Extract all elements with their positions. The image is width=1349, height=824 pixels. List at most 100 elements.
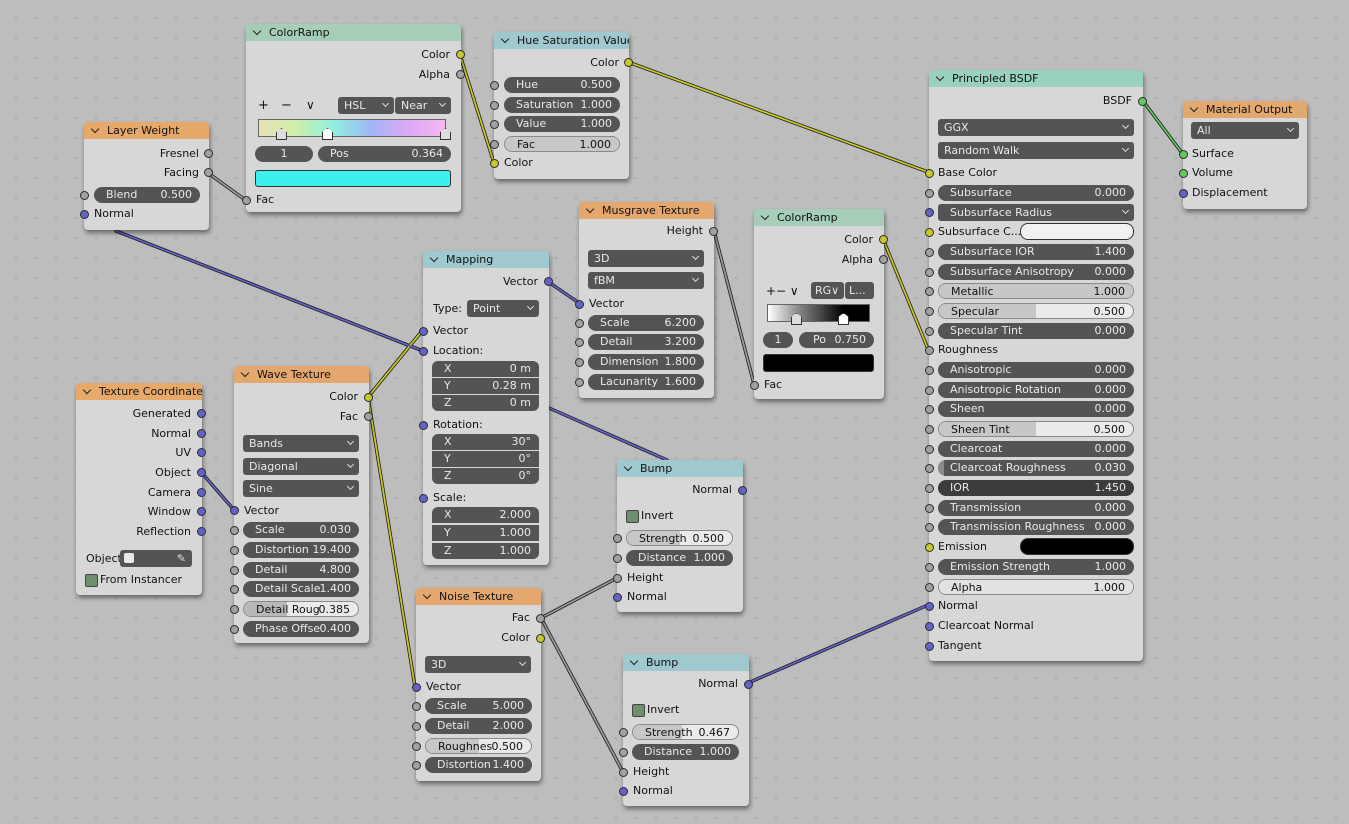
ior-input-socket[interactable]	[925, 484, 934, 493]
stop-index-field[interactable]: 1	[255, 146, 313, 162]
sheen-tint-input-socket[interactable]	[925, 425, 934, 434]
distance-input-socket[interactable]	[613, 554, 622, 563]
collapse-chevron-icon[interactable]	[429, 253, 439, 263]
volume-input-socket[interactable]	[1179, 169, 1188, 178]
wave-type-dropdown[interactable]: Bands	[243, 435, 359, 452]
collapse-chevron-icon[interactable]	[935, 72, 945, 82]
fac-input-socket[interactable]	[490, 140, 499, 149]
distance-field[interactable]: Distance 1.000	[626, 550, 733, 566]
color-output-socket[interactable]	[364, 393, 373, 402]
collapse-chevron-icon[interactable]	[82, 385, 92, 395]
uv-output-socket[interactable]	[197, 448, 206, 457]
from-instancer-checkbox[interactable]	[85, 574, 98, 587]
detail-field[interactable]: Detail 3.200	[588, 334, 704, 350]
collapse-chevron-icon[interactable]	[760, 211, 770, 221]
detail-scale-field[interactable]: Detail Scale 1.400	[243, 581, 359, 597]
normal-input-socket[interactable]	[619, 787, 628, 796]
invert-checkbox[interactable]	[626, 510, 639, 523]
ramp-controls[interactable]: +− ∨	[766, 284, 799, 298]
roughness-input-socket[interactable]	[412, 742, 421, 751]
normal-output-socket[interactable]	[744, 680, 753, 689]
mapping-node[interactable]: Mapping Vector Type: Point Vector Locati…	[419, 251, 553, 565]
color-stop-handle-selected[interactable]	[838, 313, 849, 325]
bump-header[interactable]: Bump	[617, 460, 743, 477]
mapping-header[interactable]: Mapping	[423, 251, 549, 268]
height-output-socket[interactable]	[709, 227, 718, 236]
alpha-output-socket[interactable]	[879, 255, 888, 264]
normal-output-socket[interactable]	[738, 486, 747, 495]
location-input-socket[interactable]	[419, 347, 428, 356]
strength-input-socket[interactable]	[619, 728, 628, 737]
stop-color-swatch[interactable]	[763, 354, 874, 372]
interpolation-dropdown[interactable]: L...	[845, 282, 874, 299]
transmission-roughness-input-socket[interactable]	[925, 523, 934, 532]
transmission-input-socket[interactable]	[925, 504, 934, 513]
collapse-chevron-icon[interactable]	[252, 26, 262, 36]
collapse-chevron-icon[interactable]	[623, 462, 633, 472]
stop-color-swatch[interactable]	[255, 170, 451, 187]
noise-texture-header[interactable]: Noise Texture	[416, 588, 541, 605]
saturation-field[interactable]: Saturation 1.000	[504, 97, 620, 113]
color-stop-handle[interactable]	[791, 313, 802, 325]
scale-field[interactable]: Scale 6.200	[588, 315, 704, 331]
rotation-z-field[interactable]: Z 0°	[432, 468, 539, 484]
subsurface-ior-field[interactable]: Subsurface IOR 1.400	[938, 244, 1134, 260]
stop-index-field[interactable]: 1	[763, 332, 793, 348]
base-color-input-socket[interactable]	[925, 169, 934, 178]
saturation-input-socket[interactable]	[490, 101, 499, 110]
transmission-roughness-field[interactable]: Transmission Roughness 0.000	[938, 519, 1134, 535]
dimensions-dropdown[interactable]: 3D	[425, 656, 531, 673]
normal-input-socket[interactable]	[80, 210, 89, 219]
clearcoat-field[interactable]: Clearcoat 0.000	[938, 441, 1134, 457]
texture-coordinate-node[interactable]: Texture Coordinate Generated Normal UV O…	[76, 383, 206, 595]
stop-position-field[interactable]: Pos 0.364	[318, 146, 451, 162]
clearcoat-normal-input-socket[interactable]	[925, 622, 934, 631]
distribution-dropdown[interactable]: GGX	[938, 119, 1134, 136]
musgrave-header[interactable]: Musgrave Texture	[579, 202, 714, 219]
color-output-socket[interactable]	[624, 58, 633, 67]
subsurface-field[interactable]: Subsurface 0.000	[938, 185, 1134, 201]
location-y-field[interactable]: Y 0.28 m	[432, 378, 539, 394]
detail-roughness-field[interactable]: Detail Roug 0.385	[243, 601, 359, 617]
rotation-input-socket[interactable]	[419, 421, 428, 430]
location-z-field[interactable]: Z0 m	[432, 395, 539, 411]
sheen-input-socket[interactable]	[925, 405, 934, 414]
subsurface-color-swatch[interactable]	[1020, 223, 1134, 240]
window-output-socket[interactable]	[197, 507, 206, 516]
vector-input-socket[interactable]	[419, 327, 428, 336]
blend-field[interactable]: Blend 0.500	[94, 187, 200, 203]
location-x-field[interactable]: X0 m	[432, 361, 539, 377]
color-ramp-gradient[interactable]	[258, 119, 451, 140]
color-stop-handle[interactable]	[276, 128, 287, 140]
phase-offset-field[interactable]: Phase Offse 0.400	[243, 621, 359, 637]
collapse-chevron-icon[interactable]	[422, 590, 432, 600]
color-stop-handle[interactable]	[440, 128, 451, 140]
scale-input-socket[interactable]	[575, 319, 584, 328]
subsurface-color-input-socket[interactable]	[925, 228, 934, 237]
distance-input-socket[interactable]	[619, 748, 628, 757]
collapse-chevron-icon[interactable]	[90, 124, 100, 134]
alpha-field[interactable]: Alpha 1.000	[938, 579, 1134, 595]
tangent-input-socket[interactable]	[925, 642, 934, 651]
fac-output-socket[interactable]	[364, 412, 373, 421]
fac-field[interactable]: Fac 1.000	[504, 136, 620, 152]
distance-field[interactable]: Distance 1.000	[632, 744, 739, 760]
strength-field[interactable]: Strength 0.467	[632, 724, 739, 740]
clearcoat-roughness-field[interactable]: Clearcoat Roughness 0.030	[938, 460, 1134, 476]
displacement-input-socket[interactable]	[1179, 189, 1188, 198]
detail-input-socket[interactable]	[412, 722, 421, 731]
height-input-socket[interactable]	[619, 768, 628, 777]
lacunarity-input-socket[interactable]	[575, 378, 584, 387]
material-output-node[interactable]: Material Output All Surface Volume Displ…	[1179, 101, 1307, 209]
vector-output-socket[interactable]	[544, 277, 553, 286]
color-output-socket[interactable]	[879, 235, 888, 244]
object-output-socket[interactable]	[197, 468, 206, 477]
hue-input-socket[interactable]	[490, 81, 499, 90]
detail-input-socket[interactable]	[230, 566, 239, 575]
subsurface-radius-field[interactable]: Subsurface Radius	[938, 204, 1134, 221]
strength-input-socket[interactable]	[613, 534, 622, 543]
scale-z-field[interactable]: Z 1.000	[432, 543, 539, 559]
distortion-input-socket[interactable]	[412, 761, 421, 770]
detail-roughness-input-socket[interactable]	[230, 605, 239, 614]
wave-texture-header[interactable]: Wave Texture	[234, 366, 369, 383]
